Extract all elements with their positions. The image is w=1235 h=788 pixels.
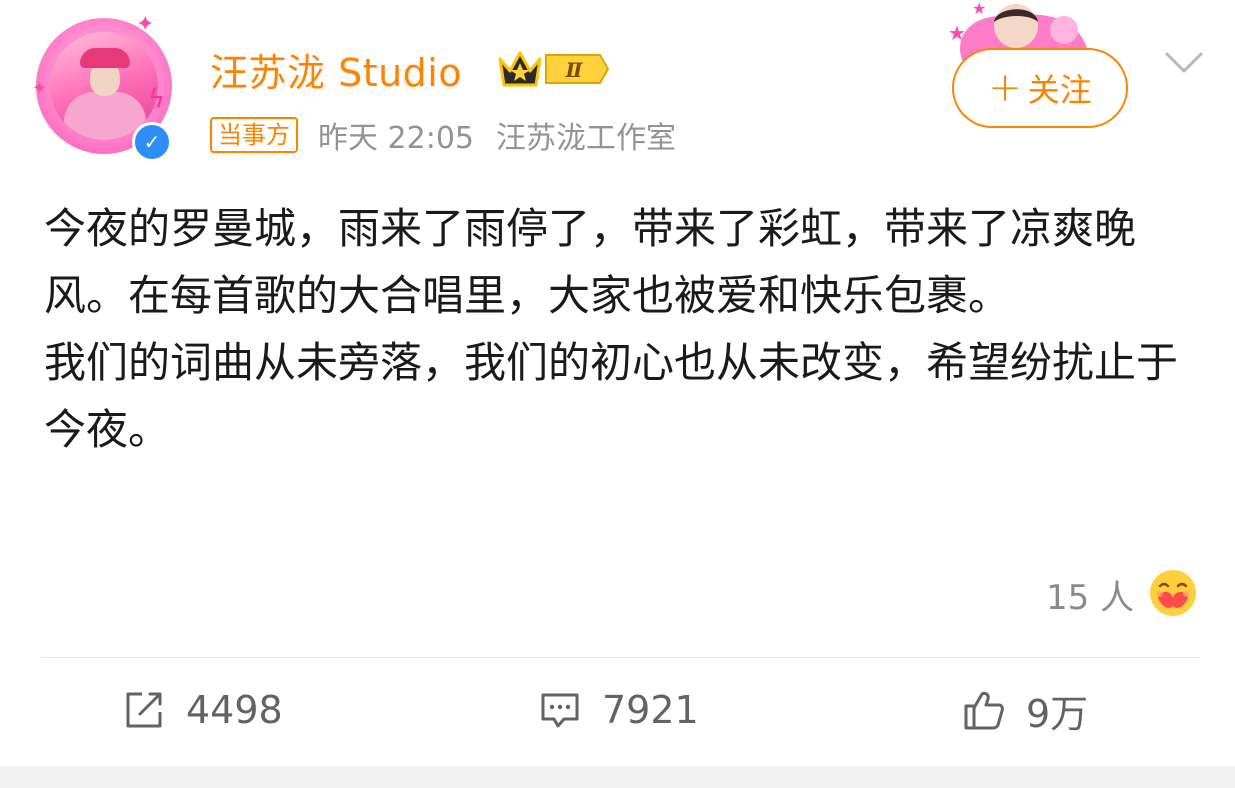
svg-text:★: ★ xyxy=(972,0,986,18)
like-button[interactable]: 9万 xyxy=(962,680,1088,740)
vip-level: Ⅱ xyxy=(565,58,584,82)
comment-button[interactable]: 7921 xyxy=(538,680,699,740)
post-time: 昨天 22:05 xyxy=(318,121,474,156)
comment-count: 7921 xyxy=(602,688,699,732)
sparkle-icon: ✦ xyxy=(32,78,48,99)
post-source[interactable]: 汪苏泷工作室 xyxy=(496,113,676,157)
lightning-icon: ϟ xyxy=(148,84,166,114)
verified-badge-icon: ✓ xyxy=(132,122,172,162)
weibo-post: ✦ ✦ ϟ ✓ 汪苏泷 Studio Ⅱ 当事方 昨天 22:05 汪苏泷工作室… xyxy=(0,0,1235,788)
thumbs-up-icon xyxy=(964,691,1004,730)
repost-count: 4498 xyxy=(186,688,283,732)
username[interactable]: 汪苏泷 Studio xyxy=(210,42,462,97)
post-meta: 当事方 昨天 22:05 汪苏泷工作室 xyxy=(210,114,676,156)
bottom-separator xyxy=(0,766,1235,788)
divider xyxy=(42,657,1200,658)
chevron-down-icon[interactable] xyxy=(1164,50,1204,76)
sparkle-icon: ✦ xyxy=(136,12,155,37)
post-paragraph: 我们的词曲从未旁落，我们的初心也从未改变，希望纷扰止于今夜。 xyxy=(44,338,1179,454)
repost-icon xyxy=(126,692,162,728)
party-tag: 当事方 xyxy=(210,117,298,153)
love-face-emoji-icon[interactable] xyxy=(1148,568,1198,618)
comment-icon xyxy=(541,693,579,728)
avatar[interactable]: ✦ ✦ ϟ ✓ xyxy=(32,14,177,162)
follow-label: 关注 xyxy=(1027,71,1092,109)
post-paragraph: 今夜的罗曼城，雨来了雨停了，带来了彩虹，带来了凉爽晚风。在每首歌的大合唱里，大家… xyxy=(44,204,1137,320)
plus-icon: + xyxy=(988,65,1022,111)
reaction-count[interactable]: 15 人 xyxy=(1046,570,1134,619)
vip-crown-badge-icon[interactable]: Ⅱ xyxy=(496,47,610,91)
post-body: 今夜的罗曼城，雨来了雨停了，带来了彩虹，带来了凉爽晚风。在每首歌的大合唱里，大家… xyxy=(44,195,1194,463)
svg-text:★: ★ xyxy=(948,21,966,45)
repost-button[interactable]: 4498 xyxy=(122,680,283,740)
follow-button[interactable]: + 关注 xyxy=(952,48,1128,128)
like-count: 9万 xyxy=(1026,691,1089,736)
